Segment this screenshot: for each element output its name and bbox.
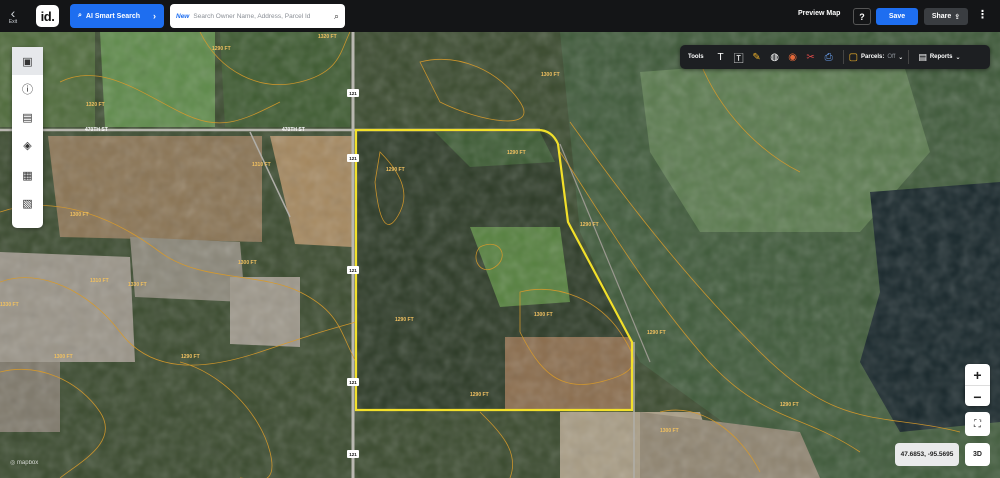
ai-smart-search-button[interactable]: ⌕ AI Smart Search › — [70, 4, 164, 28]
map-canvas[interactable] — [0, 32, 1000, 478]
globe-icon[interactable]: ◍ — [766, 52, 784, 63]
highway-shield: 121 — [347, 378, 359, 386]
image-icon[interactable]: ▧ — [12, 189, 43, 217]
contour-label: 1310 FT — [252, 162, 271, 168]
contour-label: 1290 FT — [212, 46, 231, 52]
map-tools-bar: Tools T 🅃 ✎ ◍ ◉ ✂ ⎙ ▢ Parcels: Off ⌄ ▤ R… — [680, 45, 990, 69]
search-placeholder: Search Owner Name, Address, Parcel Id — [193, 12, 311, 20]
reports-dropdown[interactable]: ▤ Reports ⌄ — [918, 52, 960, 63]
search-input[interactable]: New Search Owner Name, Address, Parcel I… — [170, 4, 345, 28]
contour-label: 1300 FT — [541, 72, 560, 78]
contour-label: 1300 FT — [54, 354, 73, 360]
contour-label: 1330 FT — [128, 282, 147, 288]
contour-label: 1300 FT — [238, 260, 257, 266]
legend-icon[interactable]: ▣ — [12, 47, 43, 75]
chevron-down-icon: ⌄ — [898, 54, 904, 61]
contour-label: 1310 FT — [90, 278, 109, 284]
save-button[interactable]: Save — [876, 8, 918, 25]
exit-button[interactable]: ‹ Exit — [0, 0, 26, 32]
tools-label: Tools — [688, 54, 704, 60]
search-icon[interactable]: ⌕ — [334, 11, 339, 22]
map-icon[interactable]: ▤ — [12, 103, 43, 131]
preview-map-button[interactable]: Preview Map — [798, 10, 840, 17]
highway-shield: 121 — [347, 89, 359, 97]
divider — [908, 50, 910, 64]
contour-label: 1320 FT — [318, 34, 337, 40]
highway-shield: 121 — [347, 450, 359, 458]
more-icon[interactable]: ⋮ — [977, 8, 988, 21]
zoom-in-button[interactable]: + — [965, 364, 990, 385]
fullscreen-icon[interactable]: ⛶ — [965, 412, 990, 436]
zoom-control: + − — [965, 364, 990, 406]
contour-label: 1290 FT — [470, 392, 489, 398]
text-icon[interactable]: T — [712, 52, 730, 63]
scissors-icon[interactable]: ✂ — [802, 52, 820, 63]
contour-label: 1290 FT — [780, 402, 799, 408]
toggle-3d-button[interactable]: 3D — [965, 443, 990, 466]
highway-shield: 121 — [347, 266, 359, 274]
zoom-out-button[interactable]: − — [965, 386, 990, 407]
contour-label: 1300 FT — [70, 212, 89, 218]
parcels-toggle[interactable]: ▢ Parcels: Off ⌄ — [849, 52, 904, 63]
chevron-left-icon: ‹ — [10, 5, 16, 21]
ruler-icon[interactable]: ✎ — [748, 52, 766, 63]
parcels-state: Off — [887, 54, 896, 60]
contour-label: 1330 FT — [0, 302, 19, 308]
contour-label: 1290 FT — [386, 167, 405, 173]
label-icon[interactable]: 🅃 — [730, 50, 748, 65]
contour-label: 1290 FT — [580, 222, 599, 228]
contour-label: 1290 FT — [647, 330, 666, 336]
app-logo[interactable]: id. — [36, 5, 59, 27]
satellite-map[interactable]: 470TH ST 470TH ST 121 121 121 121 121 13… — [0, 32, 1000, 478]
mapbox-attribution[interactable]: ◎ mapbox — [10, 459, 38, 466]
highway-shield: 121 — [347, 154, 359, 162]
reports-label: Reports — [929, 54, 953, 60]
chevron-right-icon: › — [153, 11, 156, 21]
share-icon: ⇪ — [954, 13, 961, 21]
ai-search-label: AI Smart Search — [85, 12, 141, 20]
contour-label: 1290 FT — [181, 354, 200, 360]
new-badge: New — [176, 12, 190, 20]
attribution-label: mapbox — [16, 460, 39, 466]
layers-icon[interactable]: ◈ — [12, 131, 43, 159]
road-label: 470TH ST — [85, 127, 108, 133]
help-button[interactable]: ? — [853, 8, 871, 25]
report-icon: ▤ — [918, 51, 927, 62]
contour-label: 1300 FT — [660, 428, 679, 434]
contour-label: 1290 FT — [395, 317, 414, 323]
print-icon[interactable]: ⎙ — [820, 52, 838, 63]
target-icon[interactable]: ◉ — [784, 52, 802, 63]
contour-label: 1320 FT — [86, 102, 105, 108]
left-toolbar: ▣ ⓘ ▤ ◈ ▦ ▧ — [12, 47, 43, 228]
search-icon: ⌕ — [78, 12, 82, 19]
top-bar: ‹ Exit id. ⌕ AI Smart Search › New Searc… — [0, 0, 1000, 32]
road-label: 470TH ST — [282, 127, 305, 133]
contour-label: 1300 FT — [534, 312, 553, 318]
parcel-icon: ▢ — [848, 51, 859, 63]
contour-label: 1290 FT — [507, 150, 526, 156]
info-icon[interactable]: ⓘ — [12, 75, 43, 103]
parcels-label: Parcels: — [861, 54, 885, 60]
divider — [842, 50, 844, 64]
exit-label: Exit — [8, 19, 18, 25]
share-button[interactable]: Share ⇪ — [924, 8, 968, 25]
chevron-down-icon: ⌄ — [955, 54, 961, 61]
coordinates-readout: 47.6853, -95.5695 — [895, 443, 959, 466]
share-label: Share — [931, 13, 952, 20]
buildings-icon[interactable]: ▦ — [12, 161, 43, 189]
